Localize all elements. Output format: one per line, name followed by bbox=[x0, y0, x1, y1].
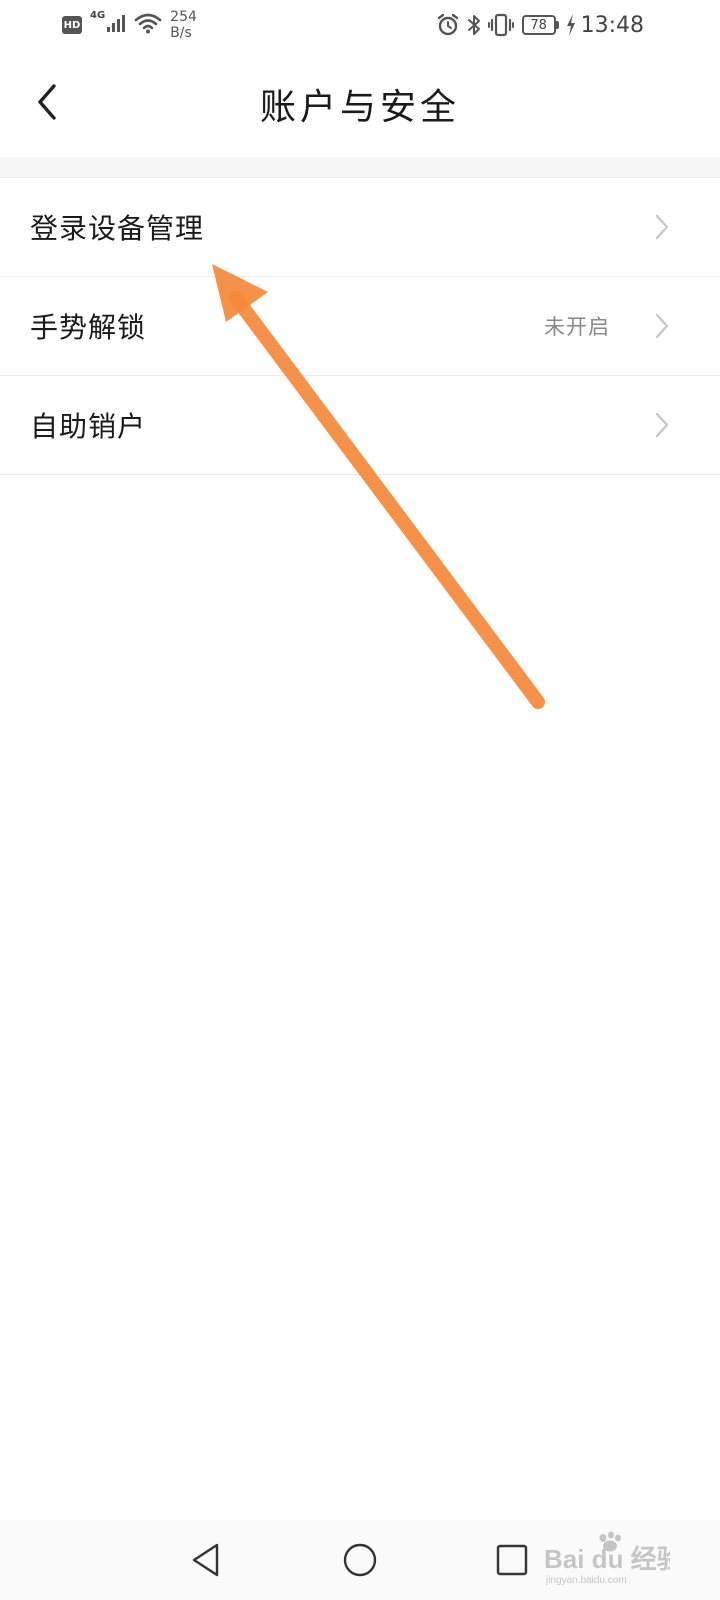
nav-back-icon bbox=[192, 1543, 219, 1577]
chevron-right-icon bbox=[652, 312, 672, 340]
chevron-right-icon bbox=[652, 213, 672, 241]
menu-item-login-devices[interactable]: 登录设备管理 bbox=[0, 178, 720, 277]
clock: 13:48 bbox=[580, 12, 644, 38]
nav-recent-button[interactable] bbox=[492, 1540, 532, 1580]
wifi-icon bbox=[134, 12, 162, 38]
page-title: 账户与安全 bbox=[259, 87, 460, 128]
watermark-brand: Bai du 经验 bbox=[544, 1544, 670, 1574]
status-right: 78 13:48 bbox=[430, 8, 644, 42]
network-type: 4G bbox=[90, 10, 106, 21]
menu-item-label: 手势解锁 bbox=[30, 311, 147, 344]
nav-recent-icon bbox=[496, 1544, 528, 1576]
menu-item-value: 未开启 bbox=[544, 315, 610, 339]
baidu-jingyan-watermark: Bai du 经验 jingyan.baidu.com bbox=[544, 1531, 670, 1586]
hd-icon: HD bbox=[62, 16, 82, 34]
menu-item-label: 自助销户 bbox=[30, 410, 147, 443]
nav-home-icon bbox=[343, 1543, 377, 1577]
battery-level: 78 bbox=[521, 15, 556, 35]
status-bar: HD 4G 254 B/s 78 13:48 bbox=[0, 0, 720, 50]
nav-bar: Bai du 经验 jingyan.baidu.com bbox=[0, 1520, 720, 1600]
menu-item-label: 登录设备管理 bbox=[30, 212, 205, 245]
nav-home-button[interactable] bbox=[340, 1540, 380, 1580]
battery-tip bbox=[555, 21, 559, 29]
speed-unit: B/s bbox=[170, 25, 192, 41]
chevron-right-icon bbox=[652, 411, 672, 439]
bluetooth-icon bbox=[466, 13, 482, 37]
charging-icon bbox=[565, 13, 577, 37]
nav-back-button[interactable] bbox=[186, 1540, 226, 1580]
menu-item-gesture-unlock[interactable]: 手势解锁 未开启 bbox=[0, 277, 720, 376]
signal-icon bbox=[106, 13, 128, 37]
speed-value: 254 bbox=[170, 9, 197, 25]
network-speed: 254 B/s bbox=[170, 9, 197, 41]
header: 账户与安全 bbox=[0, 50, 720, 157]
status-left: HD 4G 254 B/s bbox=[62, 8, 197, 42]
alarm-icon bbox=[436, 13, 460, 37]
screen: HD 4G 254 B/s 78 13:48 账户与安全 登录设备管理 手势解锁… bbox=[0, 0, 720, 1600]
battery-icon: 78 bbox=[521, 15, 559, 35]
menu-item-self-cancel-account[interactable]: 自助销户 bbox=[0, 376, 720, 475]
vibrate-icon bbox=[487, 13, 514, 37]
menu-list: 登录设备管理 手势解锁 未开启 自助销户 bbox=[0, 177, 720, 475]
watermark-url: jingyan.baidu.com bbox=[545, 1575, 627, 1586]
section-gap bbox=[0, 157, 720, 177]
